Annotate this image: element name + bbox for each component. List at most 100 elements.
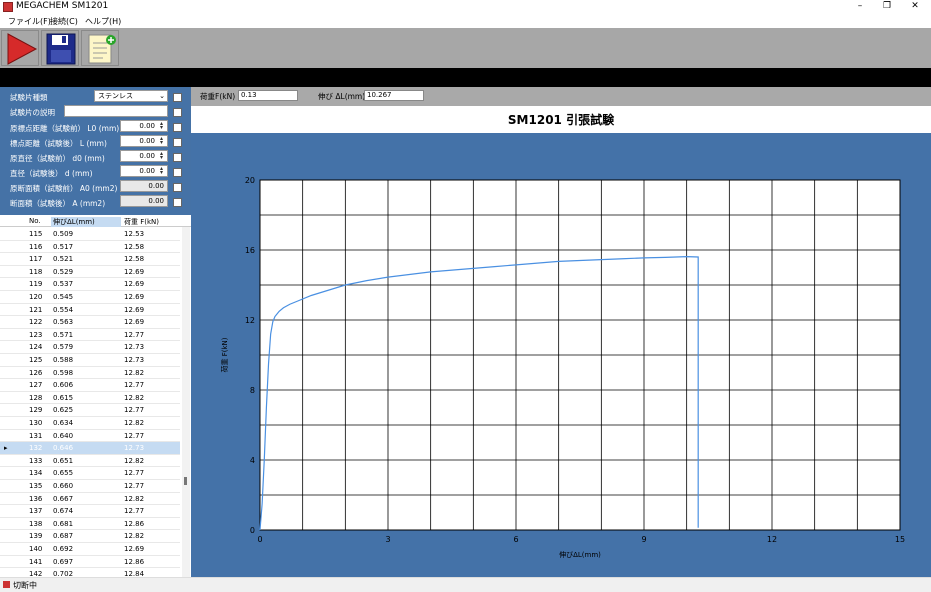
toolbar [0, 28, 931, 68]
d-input[interactable]: 0.00 ▴ ▾ [120, 165, 168, 177]
cell-no: 122 [29, 318, 43, 327]
spinner-icon[interactable]: ▴ ▾ [157, 151, 166, 161]
table-row[interactable]: 135 0.660 12.77 [0, 480, 180, 493]
cell-no: 123 [29, 330, 43, 339]
spinner-icon[interactable]: ▴ ▾ [157, 166, 166, 176]
cell-elongation: 0.537 [53, 280, 74, 289]
table-row[interactable]: 122 0.563 12.69 [0, 316, 180, 329]
y-tick-label: 20 [245, 176, 255, 185]
table-row[interactable]: 119 0.537 12.69 [0, 278, 180, 291]
l-input[interactable]: 0.00 ▴ ▾ [120, 135, 168, 147]
table-row[interactable]: 124 0.579 12.73 [0, 341, 180, 354]
table-row[interactable]: 125 0.588 12.73 [0, 354, 180, 367]
cell-elongation: 0.554 [53, 305, 74, 314]
menu-bar: ファイル(F) 接続(C) ヘルプ(H) [0, 14, 931, 28]
d0-input[interactable]: 0.00 ▴ ▾ [120, 150, 168, 162]
menu-connect[interactable]: 接続(C) [50, 16, 78, 27]
x-tick-label: 9 [641, 535, 646, 544]
y-tick-label: 12 [245, 316, 255, 325]
cell-no: 129 [29, 406, 43, 415]
table-row[interactable]: 139 0.687 12.82 [0, 530, 180, 543]
new-document-button[interactable] [81, 30, 119, 66]
cell-no: 116 [29, 242, 43, 251]
cell-no: 135 [29, 482, 43, 490]
table-row[interactable]: 117 0.521 12.58 [0, 253, 180, 266]
grid-scrollbar[interactable] [182, 227, 190, 577]
a0-checkbox[interactable] [173, 183, 182, 192]
table-row[interactable]: 118 0.529 12.69 [0, 266, 180, 279]
table-row[interactable]: 129 0.625 12.77 [0, 404, 180, 417]
cell-no: 134 [29, 469, 43, 478]
col-header-elongation[interactable]: 伸びΔL(mm) [51, 217, 121, 227]
l0-value: 0.00 [139, 122, 155, 130]
y-tick-label: 8 [250, 386, 255, 395]
spinner-icon[interactable]: ▴ ▾ [157, 136, 166, 146]
x-tick-label: 15 [895, 535, 905, 544]
table-row[interactable]: 116 0.517 12.58 [0, 241, 180, 254]
l0-input[interactable]: 0.00 ▴ ▾ [120, 120, 168, 132]
a0-field: 0.00 [120, 180, 168, 192]
col-header-load[interactable]: 荷重 F(kN) [124, 217, 159, 227]
table-row[interactable]: 131 0.640 12.77 [0, 430, 180, 443]
cell-load: 12.82 [124, 494, 145, 503]
close-button[interactable]: ✕ [900, 0, 930, 14]
spinner-icon[interactable]: ▴ ▾ [157, 121, 166, 131]
grid-scrollbar-thumb[interactable] [184, 477, 187, 485]
cell-elongation: 0.702 [53, 570, 74, 577]
minimize-button[interactable]: – [845, 0, 875, 14]
cell-load: 12.69 [124, 293, 145, 301]
data-grid[interactable]: No. 伸びΔL(mm) 荷重 F(kN) 115 0.509 12.53 116 0.… [0, 215, 191, 577]
table-row[interactable]: 121 0.554 12.69 [0, 304, 180, 317]
cell-no: 131 [29, 431, 43, 440]
table-row[interactable]: 115 0.509 12.53 [0, 228, 180, 241]
cell-no: 120 [29, 293, 43, 301]
specimen-desc-checkbox[interactable] [173, 108, 182, 117]
table-row[interactable]: 127 0.606 12.77 [0, 379, 180, 392]
cell-no: 117 [29, 255, 43, 264]
table-row[interactable]: 128 0.615 12.82 [0, 392, 180, 405]
d0-checkbox[interactable] [173, 153, 182, 162]
specimen-type-checkbox[interactable] [173, 93, 182, 102]
table-row[interactable]: 133 0.651 12.82 [0, 455, 180, 468]
menu-file[interactable]: ファイル(F) [8, 16, 51, 27]
table-row[interactable]: 138 0.681 12.86 [0, 518, 180, 531]
maximize-button[interactable]: ❐ [872, 0, 902, 14]
cell-elongation: 0.687 [53, 532, 74, 541]
table-row[interactable]: 130 0.634 12.82 [0, 417, 180, 430]
l-checkbox[interactable] [173, 138, 182, 147]
table-row[interactable]: 123 0.571 12.77 [0, 329, 180, 342]
start-button[interactable] [1, 30, 39, 66]
specimen-type-select[interactable]: ステンレス ⌄ [94, 90, 168, 102]
table-row[interactable]: ▸ 132 0.646 12.73 [0, 442, 180, 455]
table-row[interactable]: 126 0.598 12.82 [0, 367, 180, 380]
table-row[interactable]: 141 0.697 12.86 [0, 556, 180, 569]
table-row[interactable]: 140 0.692 12.69 [0, 543, 180, 556]
new-document-icon [88, 34, 116, 64]
cell-load: 12.73 [124, 444, 145, 453]
cell-load: 12.73 [124, 343, 145, 352]
menu-help[interactable]: ヘルプ(H) [85, 16, 121, 27]
d-checkbox[interactable] [173, 168, 182, 177]
load-value: 0.13 [238, 90, 298, 101]
cell-no: 119 [29, 280, 43, 289]
status-bar: 切断中 [0, 577, 931, 592]
table-row[interactable]: 134 0.655 12.77 [0, 467, 180, 480]
table-row[interactable]: 137 0.674 12.77 [0, 505, 180, 518]
cell-no: 140 [29, 545, 43, 553]
save-button[interactable] [41, 30, 79, 66]
specimen-desc-input[interactable] [64, 105, 168, 117]
cell-no: 125 [29, 356, 43, 364]
table-row[interactable]: 142 0.702 12.84 [0, 568, 180, 577]
cell-load: 12.77 [124, 330, 145, 339]
table-row[interactable]: 120 0.545 12.69 [0, 291, 180, 304]
table-row[interactable]: 136 0.667 12.82 [0, 493, 180, 506]
cell-elongation: 0.640 [53, 431, 74, 440]
cell-load: 12.77 [124, 482, 145, 490]
app-icon [3, 2, 13, 12]
l0-checkbox[interactable] [173, 123, 182, 132]
disconnected-icon [3, 581, 10, 588]
col-header-no[interactable]: No. [29, 217, 41, 225]
a0-label: 原断面積（試験前） A0 (mm2) [10, 184, 118, 193]
a-checkbox[interactable] [173, 198, 182, 207]
cell-elongation: 0.615 [53, 393, 74, 402]
